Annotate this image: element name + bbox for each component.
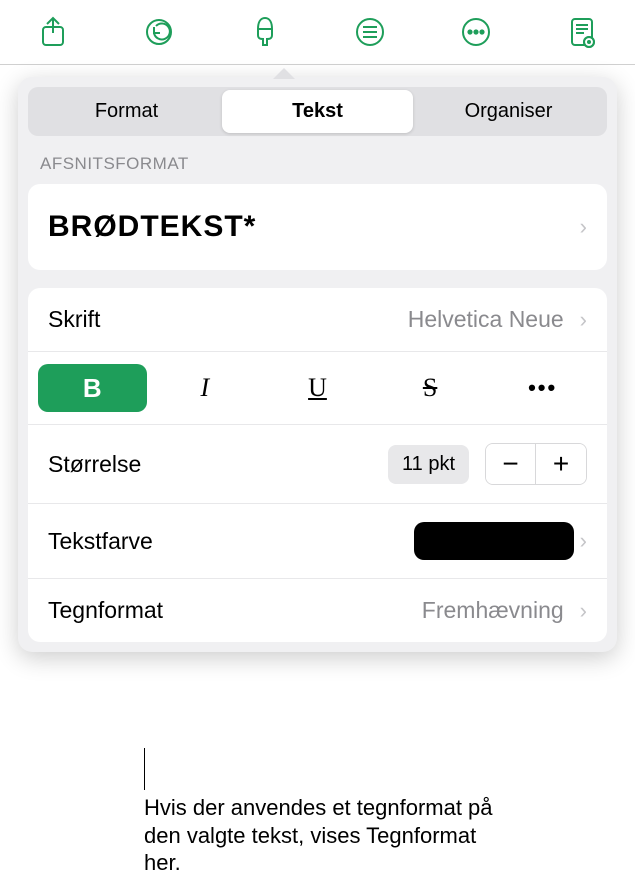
font-row[interactable]: Skrift Helvetica Neue › <box>28 288 607 352</box>
paragraph-style-row[interactable]: BRØDTEKST* › <box>28 184 607 270</box>
text-format-row: B I U S ••• <box>28 352 607 425</box>
top-toolbar <box>0 0 635 65</box>
size-decrease-button[interactable]: − <box>486 444 536 484</box>
insert-button[interactable] <box>346 12 394 52</box>
font-label: Skrift <box>48 306 100 333</box>
paragraph-style-card: BRØDTEKST* › <box>28 184 607 270</box>
tab-format[interactable]: Format <box>31 90 222 133</box>
list-icon <box>354 16 386 48</box>
size-row: Størrelse 11 pkt − + <box>28 425 607 504</box>
size-increase-button[interactable]: + <box>536 444 586 484</box>
inspector-tabs: Format Tekst Organiser <box>28 87 607 136</box>
text-color-row[interactable]: Tekstfarve › <box>28 504 607 579</box>
callout-leader-line <box>144 748 145 790</box>
document-button[interactable] <box>558 12 606 52</box>
callout-text: Hvis der anvendes et tegnformat på den v… <box>144 794 504 877</box>
undo-button[interactable] <box>135 12 183 52</box>
inspector-panel: Format Tekst Organiser AFSNITSFORMAT BRØ… <box>18 77 617 652</box>
size-value[interactable]: 11 pkt <box>388 445 469 484</box>
font-value: Helvetica Neue <box>408 306 564 333</box>
tab-text[interactable]: Tekst <box>222 90 413 133</box>
section-label-paragraph: AFSNITSFORMAT <box>40 154 595 174</box>
strikethrough-button[interactable]: S <box>376 364 485 412</box>
chevron-right-icon: › <box>580 598 587 624</box>
underline-button[interactable]: U <box>263 364 372 412</box>
tab-organize[interactable]: Organiser <box>413 90 604 133</box>
italic-button[interactable]: I <box>151 364 260 412</box>
character-style-row[interactable]: Tegnformat Fremhævning › <box>28 579 607 642</box>
text-color-label: Tekstfarve <box>48 528 153 555</box>
font-card: Skrift Helvetica Neue › B I U S ••• Stør… <box>28 288 607 642</box>
document-icon <box>567 15 597 49</box>
character-style-label: Tegnformat <box>48 597 163 624</box>
bold-button[interactable]: B <box>38 364 147 412</box>
character-style-value: Fremhævning <box>422 597 564 624</box>
brush-icon <box>250 15 280 49</box>
share-button[interactable] <box>29 12 77 52</box>
color-swatch[interactable] <box>414 522 574 560</box>
more-formatting-button[interactable]: ••• <box>488 364 597 412</box>
more-button[interactable] <box>452 12 500 52</box>
paragraph-style-name: BRØDTEKST* <box>48 210 256 244</box>
size-label: Størrelse <box>48 451 141 478</box>
more-icon <box>460 16 492 48</box>
chevron-right-icon: › <box>580 214 587 240</box>
undo-icon <box>143 16 175 48</box>
format-brush-button[interactable] <box>241 12 289 52</box>
size-stepper: − + <box>485 443 587 485</box>
share-icon <box>39 15 67 49</box>
chevron-right-icon: › <box>580 528 587 554</box>
chevron-right-icon: › <box>580 307 587 333</box>
